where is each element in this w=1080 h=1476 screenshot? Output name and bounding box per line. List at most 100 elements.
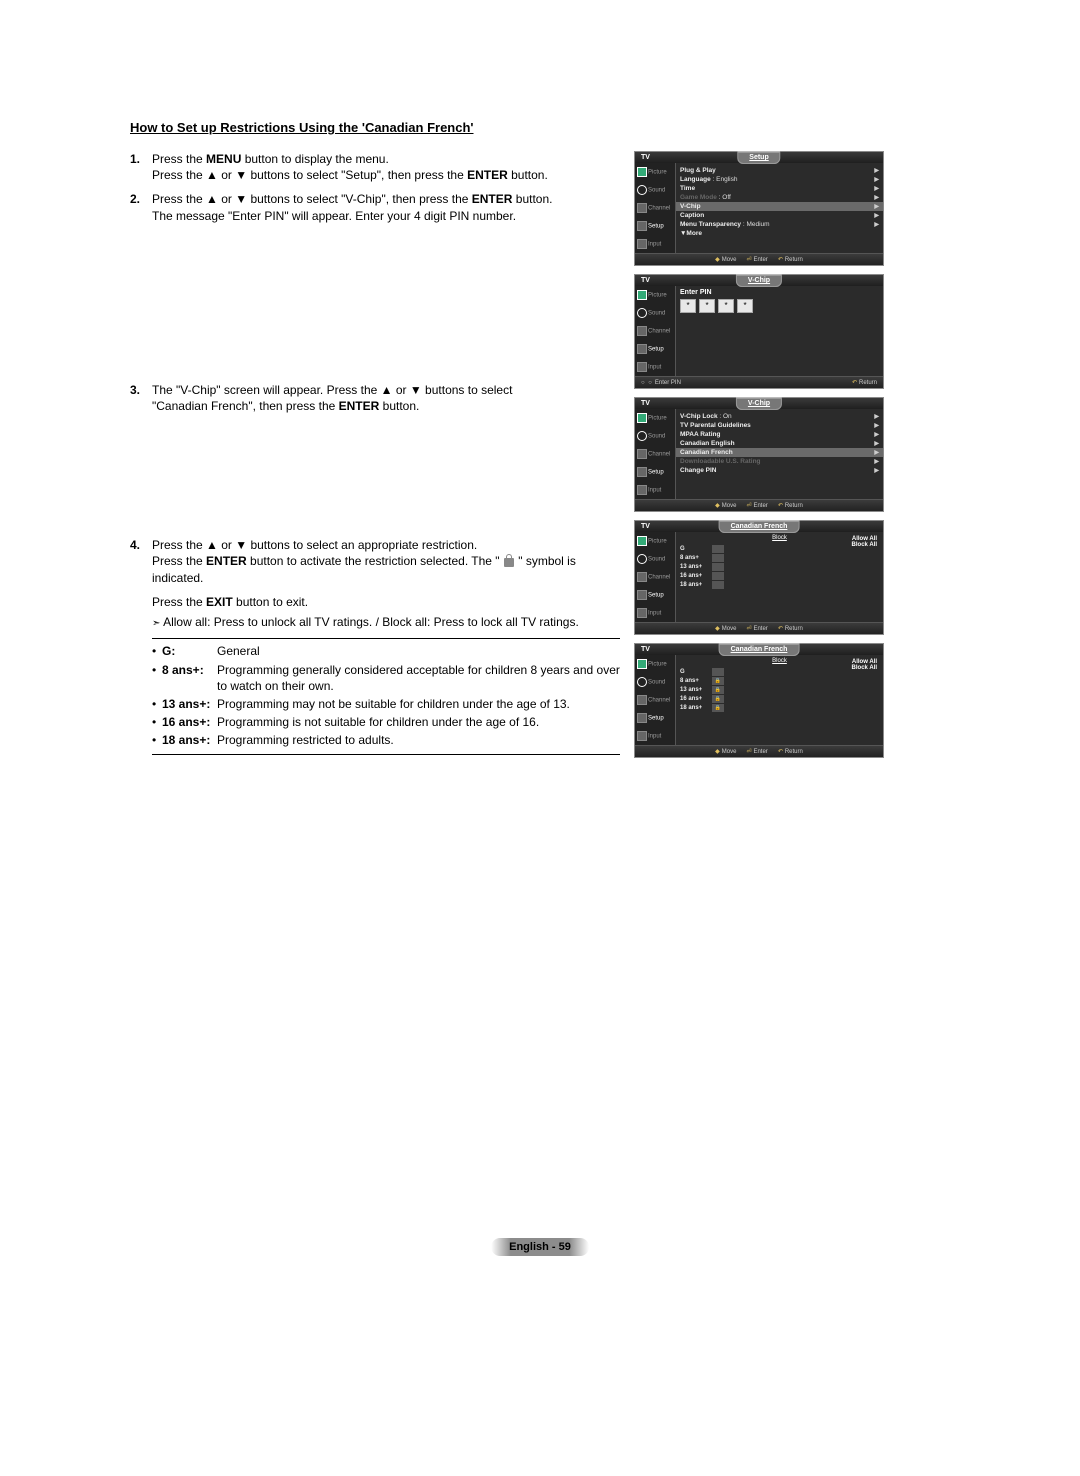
footer-enter: Enter <box>753 257 767 263</box>
block-cell[interactable]: 🔒 <box>712 704 724 712</box>
enter-key: ENTER <box>339 399 380 413</box>
osd-side-item[interactable]: Picture <box>635 286 675 304</box>
osd-menu-row[interactable]: Time▶ <box>680 184 879 193</box>
block-column-header: Block <box>680 535 879 541</box>
osd-rating-row[interactable]: 8 ans+🔒 <box>680 677 879 686</box>
pin-boxes: * * * * <box>680 299 879 313</box>
block-cell[interactable] <box>712 668 724 676</box>
side-icon <box>637 590 647 600</box>
page-number: English - 59 <box>491 1238 589 1256</box>
osd-rating-row[interactable]: 18 ans+🔒 <box>680 704 879 713</box>
osd-menu-row[interactable]: TV Parental Guidelines▶ <box>680 421 879 430</box>
osd-menu-row[interactable]: Canadian French▶ <box>676 448 883 457</box>
block-cell[interactable] <box>712 554 724 562</box>
osd-menu-row[interactable]: Plug & Play▶ <box>680 166 879 175</box>
block-cell[interactable] <box>712 581 724 589</box>
osd-side-item[interactable]: Picture <box>635 532 675 550</box>
osd-rating-row[interactable]: G <box>680 545 879 554</box>
osd-side-item[interactable]: Setup <box>635 340 675 358</box>
osd-menu-row[interactable]: Language : English▶ <box>680 175 879 184</box>
osd-rating-row[interactable]: 18 ans+ <box>680 581 879 590</box>
block-all-button[interactable]: Block All <box>852 665 877 671</box>
block-cell[interactable] <box>712 572 724 580</box>
step-4: 4. Press the ▲ or ▼ buttons to select an… <box>130 537 620 754</box>
block-all-button[interactable]: Block All <box>852 542 877 548</box>
osd-side-item[interactable]: Input <box>635 604 675 622</box>
step-number: 3. <box>130 382 140 398</box>
side-icon <box>637 431 647 441</box>
osd-side-item[interactable]: Input <box>635 481 675 499</box>
menu-key: MENU <box>206 152 241 166</box>
osd-side-item[interactable]: Picture <box>635 163 675 181</box>
tv-label: TV <box>641 152 650 163</box>
osd-side-item[interactable]: Sound <box>635 304 675 322</box>
block-cell[interactable] <box>712 545 724 553</box>
osd-menu-row[interactable]: Canadian English▶ <box>680 439 879 448</box>
osd-rating-row[interactable]: 13 ans+🔒 <box>680 686 879 695</box>
side-icon <box>637 290 647 300</box>
osd-menu-row[interactable]: MPAA Rating▶ <box>680 430 879 439</box>
osd-side-item[interactable]: Sound <box>635 181 675 199</box>
osd-rating-row[interactable]: 16 ans+🔒 <box>680 695 879 704</box>
pin-digit[interactable]: * <box>737 299 753 313</box>
osd-side-item[interactable]: Input <box>635 727 675 745</box>
osd-menu-row[interactable]: Caption▶ <box>680 211 879 220</box>
block-cell[interactable]: 🔒 <box>712 686 724 694</box>
osd-side-item[interactable]: Sound <box>635 550 675 568</box>
osd-side-item[interactable]: Channel <box>635 445 675 463</box>
enter-key: ENTER <box>467 168 508 182</box>
osd-menu-row[interactable]: ▼More <box>680 229 879 238</box>
text: button. <box>379 399 419 413</box>
text: Press the <box>152 554 206 568</box>
osd-menu-row: Game Mode : Off▶ <box>680 193 879 202</box>
osd-menu-row[interactable]: V-Chip Lock : On▶ <box>680 412 879 421</box>
osd-side-item[interactable]: Picture <box>635 655 675 673</box>
osd-side-item[interactable]: Sound <box>635 673 675 691</box>
side-icon <box>637 221 647 231</box>
osd-side-item[interactable]: Setup <box>635 217 675 235</box>
osd-side-item[interactable]: Input <box>635 235 675 253</box>
osd-rating-row[interactable]: G <box>680 668 879 677</box>
footer-move: Move <box>722 503 737 509</box>
block-cell[interactable]: 🔒 <box>712 677 724 685</box>
ratings-table: •G:General•8 ans+:Programming generally … <box>152 638 620 754</box>
footer-enter-pin: Enter PIN <box>655 380 681 386</box>
osd-menu-row[interactable]: Menu Transparency : Medium▶ <box>680 220 879 229</box>
tv-label: TV <box>641 644 650 655</box>
osd-side-item[interactable]: Sound <box>635 427 675 445</box>
block-cell[interactable] <box>712 563 724 571</box>
osd-side-item[interactable]: Channel <box>635 322 675 340</box>
osd-menu-row[interactable]: Change PIN▶ <box>680 466 879 475</box>
osd-enter-pin: TV V-Chip PictureSoundChannelSetupInput … <box>634 274 884 389</box>
pin-digit[interactable]: * <box>718 299 734 313</box>
rating-label: 16 ans+: <box>162 714 217 730</box>
osd-rating-row[interactable]: 16 ans+ <box>680 572 879 581</box>
osd-side-item[interactable]: Setup <box>635 463 675 481</box>
enter-icon: ⏎ <box>746 502 751 509</box>
osd-side-item[interactable]: Setup <box>635 586 675 604</box>
osd-side-item[interactable]: Setup <box>635 709 675 727</box>
footer-return: Return <box>785 257 803 263</box>
side-icon <box>637 413 647 423</box>
side-icon <box>637 713 647 723</box>
osd-side-item[interactable]: Channel <box>635 199 675 217</box>
pin-digit[interactable]: * <box>699 299 715 313</box>
text: The message "Enter PIN" will appear. Ent… <box>152 209 516 223</box>
return-icon: ↶ <box>778 625 783 632</box>
osd-menu-row: Downloadable U.S. Rating▶ <box>680 457 879 466</box>
osd-side-item[interactable]: Picture <box>635 409 675 427</box>
osd-side-item[interactable]: Channel <box>635 568 675 586</box>
osd-menu-row[interactable]: V-Chip▶ <box>676 202 883 211</box>
osd-rating-row[interactable]: 13 ans+ <box>680 563 879 572</box>
block-cell[interactable]: 🔒 <box>712 695 724 703</box>
pin-digit[interactable]: * <box>680 299 696 313</box>
rating-label: 18 ans+: <box>162 732 217 748</box>
side-icon <box>637 608 647 618</box>
text: button to activate the restriction selec… <box>247 554 503 568</box>
return-icon: ↶ <box>778 502 783 509</box>
osd-rating-row[interactable]: 8 ans+ <box>680 554 879 563</box>
footer-enter: Enter <box>753 503 767 509</box>
step-number: 4. <box>130 537 140 553</box>
osd-side-item[interactable]: Channel <box>635 691 675 709</box>
osd-side-item[interactable]: Input <box>635 358 675 376</box>
